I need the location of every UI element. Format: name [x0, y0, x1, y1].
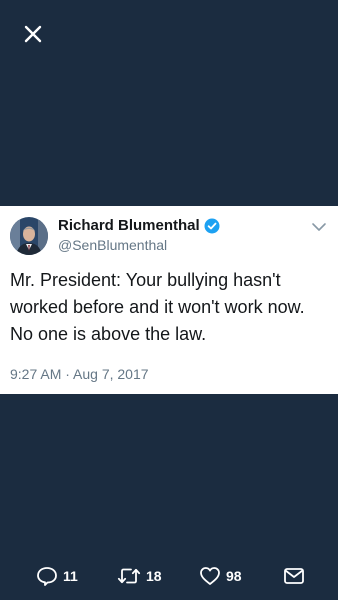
tweet-action-bar: 11 18 98 [0, 562, 338, 592]
envelope-icon [284, 568, 304, 584]
retweet-button[interactable]: 18 [117, 566, 162, 586]
tweet-lightbox: Richard Blumenthal @SenBlumenthal Mr. Pr… [0, 0, 338, 600]
avatar[interactable] [10, 217, 48, 255]
reply-count: 11 [63, 568, 78, 584]
verified-badge-icon [204, 218, 220, 234]
author-handle[interactable]: @SenBlumenthal [58, 237, 167, 253]
reply-icon [37, 567, 57, 586]
reply-button[interactable]: 11 [36, 566, 78, 586]
tweet-text: Mr. President: Your bullying hasn't work… [10, 270, 305, 344]
tweet-timestamp[interactable]: 9:27 AM · Aug 7, 2017 [10, 366, 149, 382]
author-name-row[interactable]: Richard Blumenthal [58, 217, 220, 234]
direct-message-button[interactable] [283, 566, 305, 586]
retweet-count: 18 [146, 568, 162, 584]
author-display-name[interactable]: Richard Blumenthal [58, 217, 200, 234]
chevron-down-icon [312, 223, 326, 231]
close-button[interactable] [21, 22, 45, 46]
like-count: 98 [226, 568, 242, 584]
close-icon [24, 25, 42, 43]
more-options-button[interactable] [311, 219, 327, 235]
heart-icon [200, 567, 220, 585]
like-button[interactable]: 98 [199, 566, 242, 586]
tweet-card[interactable]: Richard Blumenthal @SenBlumenthal Mr. Pr… [0, 206, 338, 394]
retweet-icon [117, 568, 141, 584]
